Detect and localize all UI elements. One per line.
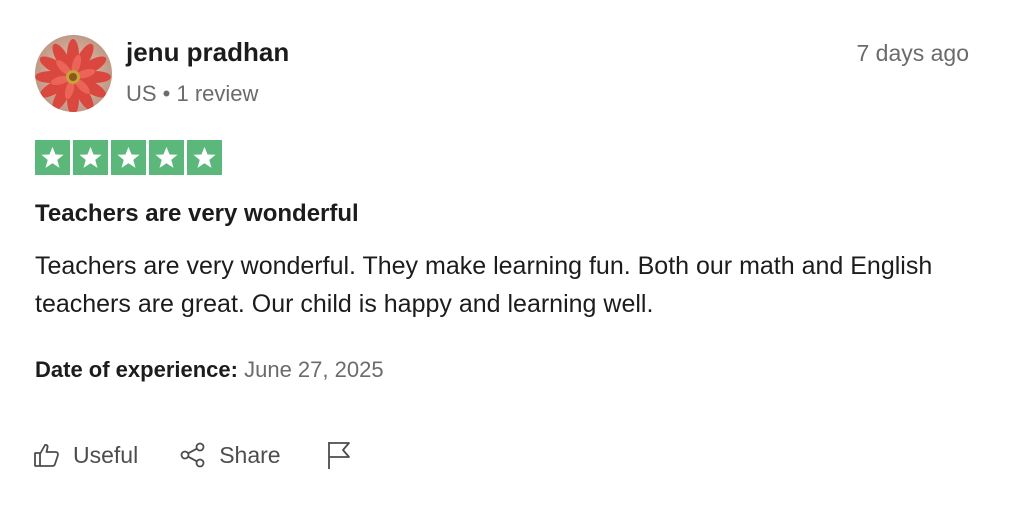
- useful-label: Useful: [73, 442, 139, 468]
- thumbs-up-icon: [33, 441, 61, 469]
- reviewer-name[interactable]: jenu pradhan: [126, 36, 289, 68]
- share-icon: [179, 441, 207, 469]
- star-icon: [73, 140, 108, 175]
- useful-button[interactable]: Useful: [33, 440, 138, 470]
- star-icon: [111, 140, 146, 175]
- date-of-experience: Date of experience: June 27, 2025: [35, 355, 384, 385]
- star-rating: [35, 140, 222, 175]
- share-button[interactable]: Share: [179, 440, 281, 470]
- share-label: Share: [219, 442, 281, 468]
- star-icon: [35, 140, 70, 175]
- report-button[interactable]: [325, 440, 365, 470]
- reviewer-meta: US • 1 review: [126, 81, 259, 106]
- flag-icon: [325, 440, 353, 470]
- flower-avatar-icon: [35, 35, 112, 112]
- review-title[interactable]: Teachers are very wonderful: [35, 198, 359, 230]
- review-age: 7 days ago: [856, 40, 969, 66]
- star-icon: [187, 140, 222, 175]
- experience-date: June 27, 2025: [244, 357, 384, 382]
- star-icon: [149, 140, 184, 175]
- review-actions: Useful Share: [33, 440, 365, 470]
- experience-label: Date of experience:: [35, 357, 238, 382]
- avatar[interactable]: [35, 35, 112, 112]
- review-body: Teachers are very wonderful. They make l…: [35, 252, 933, 318]
- review-card: jenu pradhan US • 1 review 7 days ago Te…: [0, 0, 1024, 521]
